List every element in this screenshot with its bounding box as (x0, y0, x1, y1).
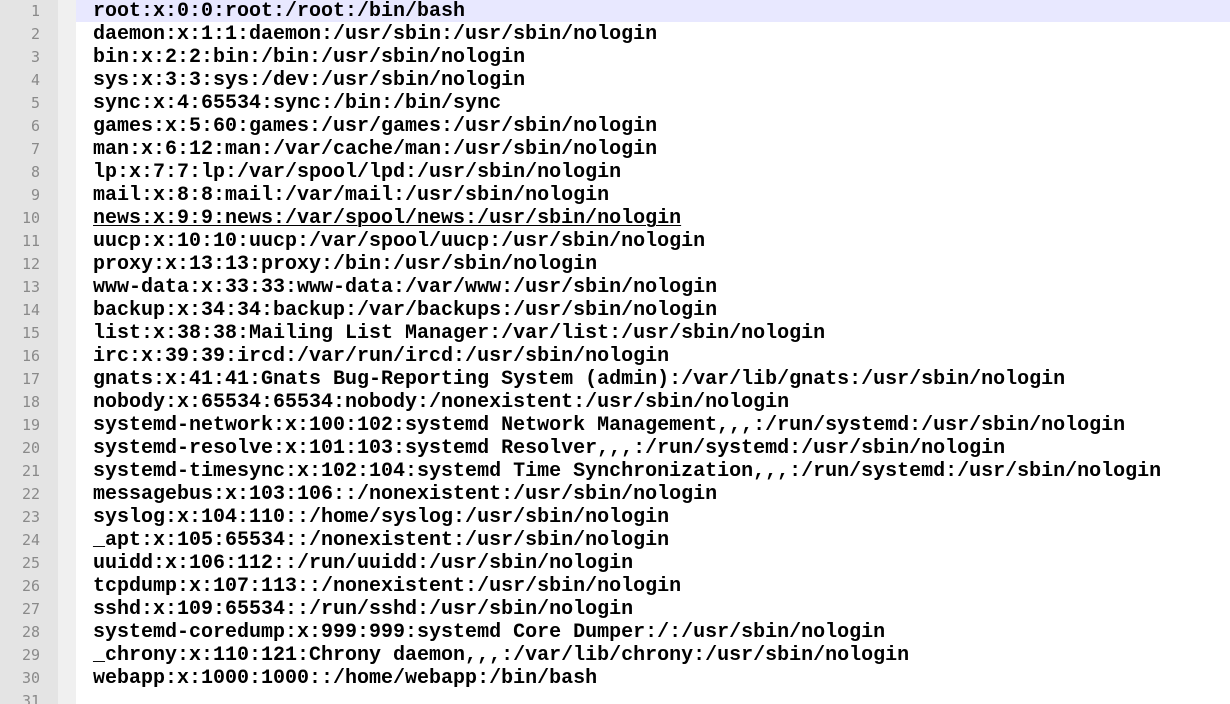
editor-line[interactable]: 5 sync:x:4:65534:sync:/bin:/bin/sync (0, 92, 1230, 115)
line-text[interactable]: proxy:x:13:13:proxy:/bin:/usr/sbin/nolog… (93, 253, 597, 276)
line-text[interactable]: webapp:x:1000:1000::/home/webapp:/bin/ba… (93, 667, 597, 690)
line-number: 19 (21, 416, 40, 434)
editor-line[interactable]: 29 _chrony:x:110:121:Chrony daemon,,,:/va… (0, 644, 1230, 667)
line-text[interactable]: tcpdump:x:107:113::/nonexistent:/usr/sbi… (93, 575, 681, 598)
editor-line[interactable]: 15 list:x:38:38:Mailing List Manager:/var… (0, 322, 1230, 345)
line-number: 6 (30, 117, 40, 135)
line-number: 14 (21, 301, 40, 319)
line-text[interactable]: daemon:x:1:1:daemon:/usr/sbin:/usr/sbin/… (93, 23, 657, 46)
line-text[interactable]: irc:x:39:39:ircd:/var/run/ircd:/usr/sbin… (93, 345, 669, 368)
line-number: 15 (21, 324, 40, 342)
line-number: 7 (30, 140, 40, 158)
line-number: 26 (21, 577, 40, 595)
line-number: 18 (21, 393, 40, 411)
line-text[interactable]: games:x:5:60:games:/usr/games:/usr/sbin/… (93, 115, 657, 138)
editor-line[interactable]: 16 irc:x:39:39:ircd:/var/run/ircd:/usr/sb… (0, 345, 1230, 368)
line-text[interactable]: man:x:6:12:man:/var/cache/man:/usr/sbin/… (93, 138, 657, 161)
line-number: 28 (21, 623, 40, 641)
line-text[interactable]: root:x:0:0:root:/root:/bin/bash (93, 0, 465, 23)
editor-line[interactable]: 4 sys:x:3:3:sys:/dev:/usr/sbin/nologin (0, 69, 1230, 92)
line-text[interactable]: www-data:x:33:33:www-data:/var/www:/usr/… (93, 276, 717, 299)
editor-line[interactable]: 11 uucp:x:10:10:uucp:/var/spool/uucp:/usr… (0, 230, 1230, 253)
line-number: 23 (21, 508, 40, 526)
editor-line[interactable]: 14 backup:x:34:34:backup:/var/backups:/us… (0, 299, 1230, 322)
line-text[interactable]: bin:x:2:2:bin:/bin:/usr/sbin/nologin (93, 46, 525, 69)
line-number: 8 (30, 163, 40, 181)
line-number: 29 (21, 646, 40, 664)
editor-line[interactable]: 2 daemon:x:1:1:daemon:/usr/sbin:/usr/sbin… (0, 23, 1230, 46)
line-number: 9 (30, 186, 40, 204)
editor-line[interactable]: 13 www-data:x:33:33:www-data:/var/www:/us… (0, 276, 1230, 299)
editor-line[interactable]: 7 man:x:6:12:man:/var/cache/man:/usr/sbin… (0, 138, 1230, 161)
line-number: 16 (21, 347, 40, 365)
line-text[interactable]: systemd-coredump:x:999:999:systemd Core … (93, 621, 885, 644)
editor-line[interactable]: 20 systemd-resolve:x:101:103:systemd Reso… (0, 437, 1230, 460)
text-editor[interactable]: 1 root:x:0:0:root:/root:/bin/bash 2 daemon:… (0, 0, 1230, 704)
line-number: 5 (30, 94, 40, 112)
line-text[interactable]: gnats:x:41:41:Gnats Bug-Reporting System… (93, 368, 1065, 391)
line-text[interactable]: uucp:x:10:10:uucp:/var/spool/uucp:/usr/s… (93, 230, 705, 253)
editor-line[interactable]: 27 sshd:x:109:65534::/run/sshd:/usr/sbin/… (0, 598, 1230, 621)
line-number: 20 (21, 439, 40, 457)
line-number: 31 (21, 692, 40, 704)
editor-line[interactable]: 26 tcpdump:x:107:113::/nonexistent:/usr/s… (0, 575, 1230, 598)
line-number: 27 (21, 600, 40, 618)
editor-line[interactable]: 8 lp:x:7:7:lp:/var/spool/lpd:/usr/sbin/no… (0, 161, 1230, 184)
editor-line[interactable]: 24 _apt:x:105:65534::/nonexistent:/usr/sb… (0, 529, 1230, 552)
line-text[interactable]: sync:x:4:65534:sync:/bin:/bin/sync (93, 92, 501, 115)
editor-line[interactable]: 12 proxy:x:13:13:proxy:/bin:/usr/sbin/nol… (0, 253, 1230, 276)
editor-line[interactable]: 19 systemd-network:x:100:102:systemd Netw… (0, 414, 1230, 437)
line-number: 10 (21, 209, 40, 227)
editor-line[interactable]: 28 systemd-coredump:x:999:999:systemd Cor… (0, 621, 1230, 644)
line-text[interactable]: syslog:x:104:110::/home/syslog:/usr/sbin… (93, 506, 669, 529)
editor-line[interactable]: 25 uuidd:x:106:112::/run/uuidd:/usr/sbin/… (0, 552, 1230, 575)
line-text[interactable]: _chrony:x:110:121:Chrony daemon,,,:/var/… (93, 644, 909, 667)
editor-line[interactable]: 21 systemd-timesync:x:102:104:systemd Tim… (0, 460, 1230, 483)
editor-line[interactable]: 9 mail:x:8:8:mail:/var/mail:/usr/sbin/nol… (0, 184, 1230, 207)
line-number: 12 (21, 255, 40, 273)
line-text[interactable]: systemd-timesync:x:102:104:systemd Time … (93, 460, 1161, 483)
line-text[interactable]: list:x:38:38:Mailing List Manager:/var/l… (93, 322, 825, 345)
line-text[interactable]: sshd:x:109:65534::/run/sshd:/usr/sbin/no… (93, 598, 633, 621)
line-text[interactable]: lp:x:7:7:lp:/var/spool/lpd:/usr/sbin/nol… (93, 161, 621, 184)
editor-line[interactable]: 6 games:x:5:60:games:/usr/games:/usr/sbin… (0, 115, 1230, 138)
line-number: 11 (21, 232, 40, 250)
editor-lines[interactable]: 1 root:x:0:0:root:/root:/bin/bash 2 daemon:… (0, 0, 1230, 704)
line-text[interactable]: backup:x:34:34:backup:/var/backups:/usr/… (93, 299, 717, 322)
line-number: 3 (30, 48, 40, 66)
line-number: 22 (21, 485, 40, 503)
editor-line[interactable]: 23 syslog:x:104:110::/home/syslog:/usr/sb… (0, 506, 1230, 529)
line-text[interactable]: _apt:x:105:65534::/nonexistent:/usr/sbin… (93, 529, 669, 552)
line-number: 25 (21, 554, 40, 572)
editor-line[interactable]: 18 nobody:x:65534:65534:nobody:/nonexiste… (0, 391, 1230, 414)
line-number: 1 (30, 2, 40, 20)
line-text[interactable]: systemd-network:x:100:102:systemd Networ… (93, 414, 1125, 437)
line-number: 4 (30, 71, 40, 89)
line-text[interactable]: messagebus:x:103:106::/nonexistent:/usr/… (93, 483, 717, 506)
editor-line[interactable]: 1 root:x:0:0:root:/root:/bin/bash (0, 0, 1230, 23)
line-number: 17 (21, 370, 40, 388)
line-number: 13 (21, 278, 40, 296)
line-number: 2 (30, 25, 40, 43)
line-text[interactable]: nobody:x:65534:65534:nobody:/nonexistent… (93, 391, 789, 414)
editor-line[interactable]: 31 (0, 690, 1230, 704)
line-text[interactable]: sys:x:3:3:sys:/dev:/usr/sbin/nologin (93, 69, 525, 92)
line-text-link[interactable]: news:x:9:9:news:/var/spool/news:/usr/sbi… (93, 207, 681, 230)
editor-line[interactable]: 22 messagebus:x:103:106::/nonexistent:/us… (0, 483, 1230, 506)
line-number: 24 (21, 531, 40, 549)
line-text[interactable]: mail:x:8:8:mail:/var/mail:/usr/sbin/nolo… (93, 184, 609, 207)
line-number: 21 (21, 462, 40, 480)
editor-line[interactable]: 10 news:x:9:9:news:/var/spool/news:/usr/s… (0, 207, 1230, 230)
line-text[interactable]: uuidd:x:106:112::/run/uuidd:/usr/sbin/no… (93, 552, 633, 575)
line-number: 30 (21, 669, 40, 687)
editor-line[interactable]: 3 bin:x:2:2:bin:/bin:/usr/sbin/nologin (0, 46, 1230, 69)
editor-line[interactable]: 17 gnats:x:41:41:Gnats Bug-Reporting Syst… (0, 368, 1230, 391)
line-text[interactable]: systemd-resolve:x:101:103:systemd Resolv… (93, 437, 1005, 460)
editor-line[interactable]: 30 webapp:x:1000:1000::/home/webapp:/bin/… (0, 667, 1230, 690)
